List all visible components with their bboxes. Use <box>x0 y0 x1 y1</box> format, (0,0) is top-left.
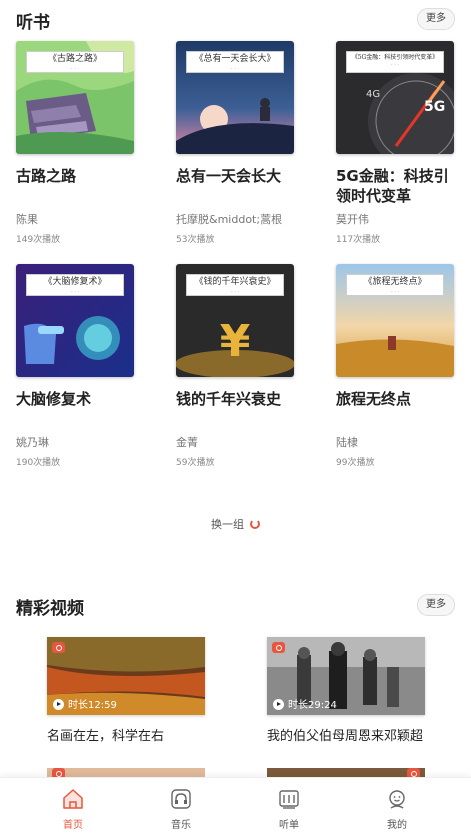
video-badge-icon <box>272 642 285 653</box>
book-play-count: 190次播放 <box>16 458 61 468</box>
refresh-icon <box>250 519 260 529</box>
tab-label: 我的 <box>387 820 407 831</box>
book-author: 陈果 <box>16 213 38 226</box>
svg-text:¥: ¥ <box>220 316 251 367</box>
book-cover-label: 《旅程无终点》 · · · <box>346 274 444 296</box>
book-play-count: 99次播放 <box>336 458 375 468</box>
tab-label: 音乐 <box>171 820 191 831</box>
videos-section-header: 精彩视频 更多 <box>16 594 455 624</box>
book-cover[interactable]: 《总有一天会长大》 · · · <box>176 41 294 154</box>
video-title: 我的伯父伯母周恩来邓颖超 <box>267 729 424 744</box>
book-cover[interactable]: 4G 5G 《5G金融：科技引领时代变革》 · · · <box>336 41 454 154</box>
book-cover[interactable]: ¥ 《钱的千年兴衰史》 · · · <box>176 264 294 377</box>
books-section-title: 听书 <box>16 13 50 33</box>
book-title: 钱的千年兴衰史 <box>176 390 282 408</box>
video-duration: 时长12:59 <box>53 696 117 711</box>
svg-text:5G: 5G <box>424 99 445 115</box>
tab-music[interactable]: 音乐 <box>141 778 221 839</box>
book-author: 莫开伟 <box>336 213 369 226</box>
book-author: 金菁 <box>176 436 198 449</box>
profile-icon <box>389 790 405 809</box>
playlist-icon <box>279 790 299 809</box>
home-icon <box>63 789 83 809</box>
books-section-header: 听书 更多 <box>16 8 455 38</box>
books-more-button[interactable]: 更多 <box>417 8 455 30</box>
book-title: 5G金融：科技引领时代变革 <box>336 167 449 205</box>
book-author: 陆棣 <box>336 436 358 449</box>
videos-section-title: 精彩视频 <box>16 599 84 619</box>
book-author: 托摩脱&middot;蒿根 <box>176 213 283 226</box>
book-cover-label: 《5G金融：科技引领时代变革》 · · · <box>346 51 444 73</box>
book-title: 总有一天会长大 <box>176 167 282 185</box>
tab-home[interactable]: 首页 <box>33 778 113 839</box>
refresh-label: 换一组 <box>211 518 244 531</box>
refresh-button[interactable]: 换一组 <box>0 516 471 532</box>
book-cover-label: 《总有一天会长大》 · · · <box>186 51 284 73</box>
book-cover-label: 《大脑修复术》 · · · <box>26 274 124 296</box>
tab-profile[interactable]: 我的 <box>357 778 437 839</box>
book-cover[interactable]: 《大脑修复术》 · · · <box>16 264 134 377</box>
book-cover-label: 《钱的千年兴衰史》 · · · <box>186 274 284 296</box>
book-cover[interactable]: 《旅程无终点》 · · · <box>336 264 454 377</box>
tab-label: 首页 <box>63 820 83 831</box>
book-title: 旅程无终点 <box>336 390 412 408</box>
play-icon <box>273 699 284 710</box>
book-cover[interactable]: 《古路之路》 · · · <box>16 41 134 154</box>
svg-text:4G: 4G <box>366 89 380 100</box>
book-play-count: 117次播放 <box>336 235 381 245</box>
book-author: 姚乃琳 <box>16 436 49 449</box>
video-title: 名画在左，科学在右 <box>47 729 165 744</box>
book-play-count: 59次播放 <box>176 458 215 468</box>
video-duration: 时长29:24 <box>273 696 337 711</box>
tab-label: 听单 <box>279 820 299 831</box>
book-play-count: 149次播放 <box>16 235 61 245</box>
video-thumbnail[interactable]: 时长29:24 <box>267 637 425 715</box>
tab-playlist[interactable]: 听单 <box>249 778 329 839</box>
book-cover-label: 《古路之路》 · · · <box>26 51 124 73</box>
video-badge-icon <box>52 642 65 653</box>
book-title: 大脑修复术 <box>16 390 92 408</box>
bottom-tab-bar: 首页 音乐 听单 我的 <box>0 777 471 839</box>
book-title: 古路之路 <box>16 167 77 185</box>
book-play-count: 53次播放 <box>176 235 215 245</box>
videos-more-button[interactable]: 更多 <box>417 594 455 616</box>
video-thumbnail[interactable]: 时长12:59 <box>47 637 205 715</box>
play-icon <box>53 699 64 710</box>
headphones-icon <box>171 789 191 809</box>
